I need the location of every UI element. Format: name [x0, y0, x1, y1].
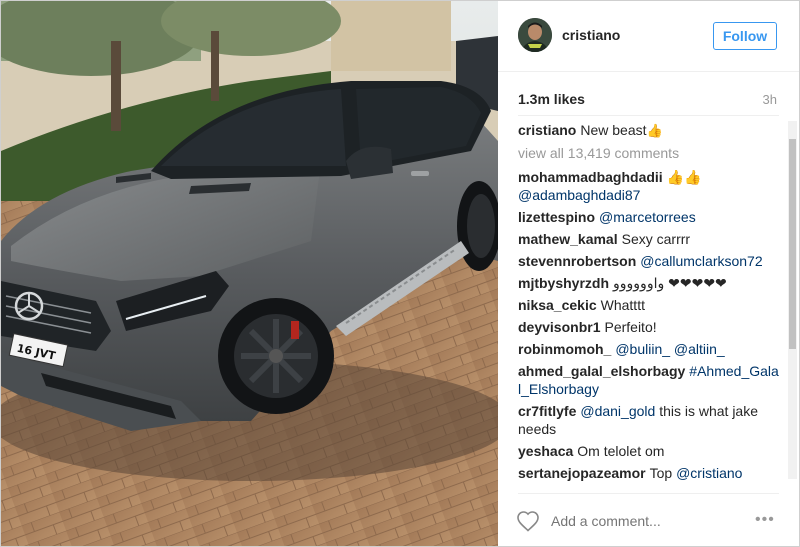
caption-text: New beast	[580, 122, 647, 138]
heart-outline-icon[interactable]	[516, 510, 540, 532]
comment-item: mathew_kamal Sexy carrrr	[518, 230, 780, 248]
comment-mention[interactable]: @cristiano	[676, 465, 742, 481]
ellipsis-icon[interactable]: •••	[755, 511, 775, 529]
post-photo[interactable]: 16 JVT	[1, 1, 498, 546]
divider	[518, 115, 779, 116]
comment-mention[interactable]: @adambaghdadi87	[518, 187, 640, 203]
post-footer: •••	[498, 494, 799, 546]
comment-item: cr7fitlyfe @dani_gold this is what jake n…	[518, 402, 780, 438]
comment-item: lizettespino @marcetorrees	[518, 208, 780, 226]
scrollbar-thumb[interactable]	[789, 139, 796, 349]
post-modal: 16 JVT cristiano Follow 1.3m likes 3h cr…	[0, 0, 800, 547]
comment-mention[interactable]: @dani_gold	[580, 403, 655, 419]
avatar[interactable]	[518, 18, 552, 52]
post-username[interactable]: cristiano	[562, 27, 620, 43]
comment-username[interactable]: sertanejopazeamor	[518, 465, 646, 481]
car-photo-illustration: 16 JVT	[1, 1, 498, 546]
comment-text: Sexy carrrr	[621, 231, 691, 247]
comments-list[interactable]: cristiano New beast👍 view all 13,419 comm…	[518, 121, 780, 481]
comment-username[interactable]: yeshaca	[518, 443, 573, 459]
comment-username[interactable]: mathew_kamal	[518, 231, 618, 247]
comment-username[interactable]: ahmed_galal_elshorbagy	[518, 363, 685, 379]
comment-username[interactable]: niksa_cekic	[518, 297, 597, 313]
view-all-comments-link[interactable]: view all 13,419 comments	[518, 144, 780, 162]
comment-text: واوووووو ❤❤❤❤❤	[613, 275, 727, 291]
comment-mention[interactable]: @buliin_ @altiin_	[615, 341, 724, 357]
comment-mention[interactable]: @callumclarkson72	[640, 253, 762, 269]
comment-item: mjtbyshyrzdh واوووووو ❤❤❤❤❤	[518, 274, 780, 292]
post-side-panel: cristiano Follow 1.3m likes 3h cristiano…	[498, 1, 799, 546]
comment-item: niksa_cekic Whatttt	[518, 296, 780, 314]
comment-username[interactable]: lizettespino	[518, 209, 595, 225]
comment-username[interactable]: deyvisonbr1	[518, 319, 600, 335]
comment-text: Whatttt	[600, 297, 645, 313]
comment-item: stevennrobertson @callumclarkson72	[518, 252, 780, 270]
caption-username[interactable]: cristiano	[518, 122, 576, 138]
post-time[interactable]: 3h	[763, 92, 777, 107]
likes-count[interactable]: 1.3m likes	[518, 91, 585, 107]
comment-text: Perfeito!	[604, 319, 657, 335]
thumbs-up-icon: 👍	[646, 123, 663, 138]
comment-username[interactable]: stevennrobertson	[518, 253, 636, 269]
comment-mention[interactable]: @marcetorrees	[599, 209, 696, 225]
add-comment-input[interactable]	[549, 507, 743, 535]
comment-username[interactable]: mjtbyshyrzdh	[518, 275, 609, 291]
comment-item: ahmed_galal_elshorbagy #Ahmed_Galal_Elsho…	[518, 362, 780, 398]
caption: cristiano New beast👍	[518, 121, 780, 140]
comment-username[interactable]: robinmomoh_	[518, 341, 611, 357]
comment-text: 👍👍	[666, 169, 702, 185]
comment-item: mohammadbaghdadii 👍👍 @adambaghdadi87	[518, 168, 780, 204]
comments-scrollbar[interactable]	[788, 121, 797, 479]
comment-username[interactable]: mohammadbaghdadii	[518, 169, 663, 185]
comment-item: sertanejopazeamor Top @cristiano	[518, 464, 780, 481]
post-header: cristiano Follow	[498, 1, 799, 72]
comment-text: Top	[649, 465, 673, 481]
comment-item: robinmomoh_ @buliin_ @altiin_	[518, 340, 780, 358]
comment-item: deyvisonbr1 Perfeito!	[518, 318, 780, 336]
avatar-photo-icon	[518, 18, 552, 52]
comment-item: yeshaca Om telolet om	[518, 442, 780, 460]
comment-text: Om telolet om	[577, 443, 665, 459]
comment-username[interactable]: cr7fitlyfe	[518, 403, 576, 419]
follow-button[interactable]: Follow	[713, 22, 777, 50]
